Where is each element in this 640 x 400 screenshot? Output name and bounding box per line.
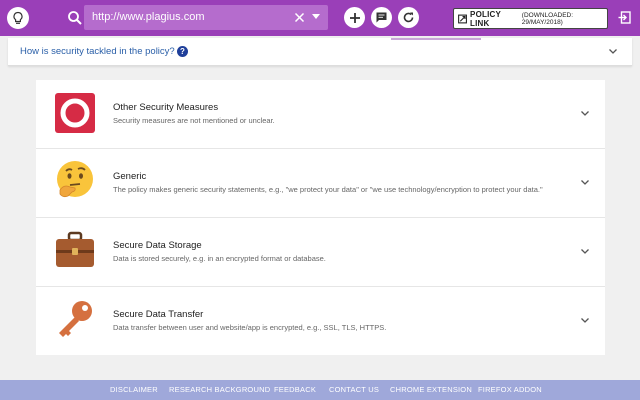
comment-icon: [376, 12, 387, 23]
footer-link-feedback[interactable]: FEEDBACK: [274, 385, 316, 394]
refresh-icon: [403, 12, 414, 23]
card-generic[interactable]: Generic The policy makes generic securit…: [36, 149, 605, 218]
question-bar[interactable]: How is security tackled in the policy? ?: [8, 38, 632, 66]
exit-icon[interactable]: [618, 11, 631, 24]
policy-downloaded-date: (DOWNLOADED: 29/MAY/2018): [521, 11, 574, 26]
url-text: http://www.plagius.com: [92, 11, 205, 23]
footer-link-disclaimer[interactable]: DISCLAIMER: [110, 385, 158, 394]
card-title: Secure Data Storage: [113, 240, 202, 251]
footer-link-contact-us[interactable]: CONTACT US: [329, 385, 379, 394]
refresh-button[interactable]: [398, 7, 419, 28]
url-input[interactable]: http://www.plagius.com: [84, 5, 328, 30]
card-other-security-measures[interactable]: Other Security Measures Security measure…: [36, 80, 605, 149]
lightbulb-logo-button[interactable]: [7, 7, 29, 29]
top-bar: http://www.plagius.com POLICY LINK (DOWN…: [0, 0, 640, 36]
key-icon: [59, 301, 92, 337]
question-text: How is security tackled in the policy?: [20, 46, 175, 57]
lightbulb-icon: [13, 11, 23, 24]
chevron-down-icon[interactable]: [581, 249, 589, 254]
add-button[interactable]: [344, 7, 365, 28]
footer-link-research-background[interactable]: RESEARCH BACKGROUND: [169, 385, 270, 394]
dropdown-arrow-icon[interactable]: [312, 14, 320, 20]
card-title: Other Security Measures: [113, 102, 219, 113]
footer-link-chrome-extension[interactable]: CHROME EXTENSION: [390, 385, 472, 394]
card-description: Data transfer between user and website/a…: [113, 323, 387, 332]
card-title: Generic: [113, 171, 147, 182]
chevron-down-icon[interactable]: [581, 318, 589, 323]
policy-link-button[interactable]: POLICY LINK (DOWNLOADED: 29/MAY/2018): [453, 8, 608, 29]
card-description: Security measures are not mentioned or u…: [113, 116, 275, 125]
scroll-indicator: [391, 38, 481, 40]
card-secure-data-storage[interactable]: Secure Data Storage Data is stored secur…: [36, 218, 605, 287]
policy-link-label: POLICY LINK: [470, 9, 501, 28]
card-title: Secure Data Transfer: [113, 309, 204, 320]
search-icon[interactable]: [66, 9, 84, 27]
help-icon[interactable]: ?: [177, 46, 188, 57]
chevron-down-icon[interactable]: [609, 49, 617, 54]
chevron-down-icon[interactable]: [581, 111, 589, 116]
plus-icon: [349, 12, 360, 23]
card-secure-data-transfer[interactable]: Secure Data Transfer Data transfer betwe…: [36, 287, 605, 356]
comment-button[interactable]: [371, 7, 392, 28]
no-symbol-icon: [55, 93, 95, 133]
thinking-face-icon: [57, 161, 93, 198]
security-options-list: Other Security Measures Security measure…: [36, 80, 605, 355]
card-description: Data is stored securely, e.g. in an encr…: [113, 254, 326, 263]
close-icon[interactable]: [294, 12, 305, 23]
footer: DISCLAIMER RESEARCH BACKGROUND FEEDBACK …: [0, 380, 640, 400]
briefcase-icon: [56, 231, 94, 267]
chevron-down-icon[interactable]: [581, 180, 589, 185]
open-link-icon: [458, 14, 467, 23]
card-description: The policy makes generic security statem…: [113, 185, 543, 194]
footer-link-firefox-addon[interactable]: FIREFOX ADDON: [478, 385, 542, 394]
